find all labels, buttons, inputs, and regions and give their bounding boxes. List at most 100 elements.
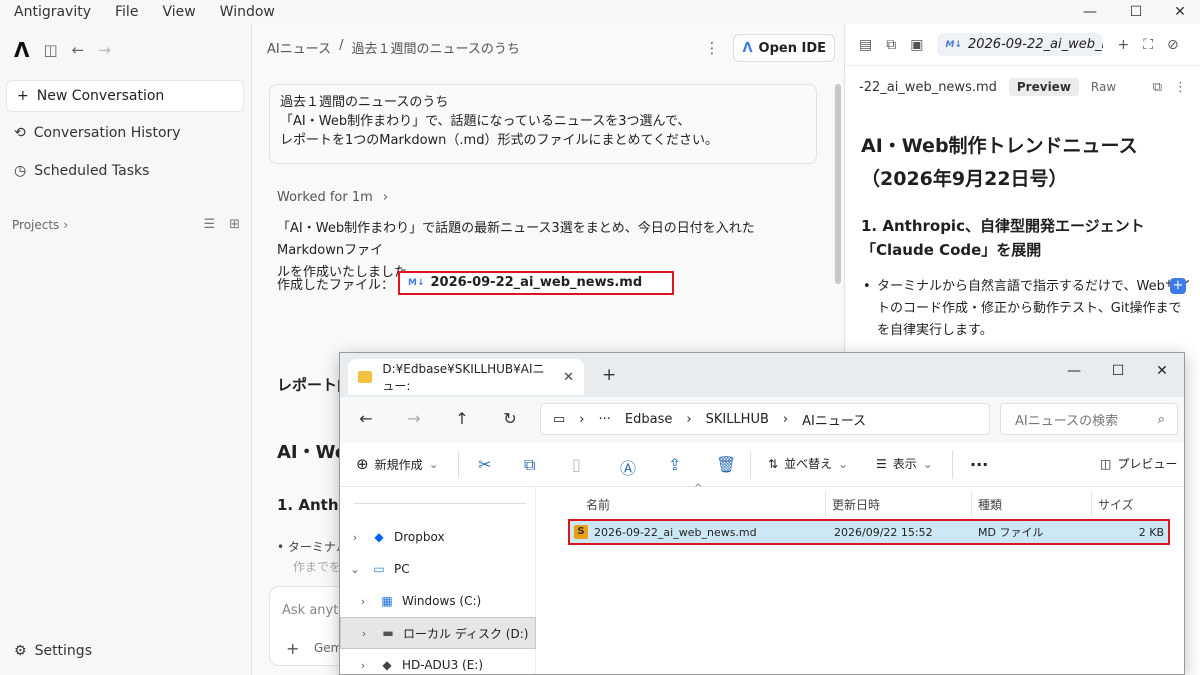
plus-circle-icon: ⊕ — [356, 455, 369, 473]
column-header-name[interactable]: 名前 — [580, 491, 826, 517]
chevron-right-icon[interactable]: › — [348, 659, 378, 672]
chevron-right-icon[interactable]: › — [349, 627, 379, 640]
address-bar[interactable]: ▭ › ··· Edbase › SKILLHUB › AIニュース — [540, 403, 990, 435]
paste-button[interactable]: ▯ — [572, 455, 581, 474]
created-file-row: 作成したファイル： M↓ 2026-09-22_ai_web_news.md — [277, 271, 675, 295]
path-segment[interactable]: AIニュース — [802, 410, 866, 429]
divider — [458, 451, 459, 479]
new-conversation-button[interactable]: + New Conversation — [6, 80, 244, 112]
preview-h1: AI・Web制作トレンドニュース（2026年9月22日号） — [861, 135, 1138, 190]
chevron-right-icon[interactable]: › — [348, 595, 378, 608]
explorer-tab[interactable]: D:¥Edbase¥SKILLHUB¥AIニュー: ✕ — [348, 359, 584, 395]
close-icon[interactable]: ✕ — [1140, 357, 1184, 385]
open-ide-button[interactable]: Λ Open IDE — [733, 34, 835, 62]
more-options-button[interactable]: ··· — [970, 455, 988, 474]
new-tab-icon[interactable]: + — [602, 365, 616, 385]
menu-view[interactable]: View — [162, 4, 195, 20]
sort-icon: ⇅ — [768, 456, 779, 471]
preview-mode-button[interactable]: Preview — [1008, 78, 1079, 96]
forward-arrow-icon[interactable]: → — [402, 409, 426, 428]
raw-mode-button[interactable]: Raw — [1083, 78, 1124, 96]
nav-item-label: Windows (C:) — [402, 594, 482, 608]
breadcrumb-project[interactable]: AIニュース — [267, 38, 331, 57]
clipboard-icon: ▯ — [572, 455, 581, 474]
search-input[interactable]: AIニュースの検索 ⌕ — [1000, 403, 1178, 435]
minimize-icon[interactable]: — — [1052, 357, 1096, 385]
chevron-right-icon[interactable]: › — [340, 531, 370, 544]
chevron-down-icon: ⌄ — [838, 456, 849, 471]
more-options-icon[interactable]: ⋮ — [704, 39, 719, 57]
column-header-type[interactable]: 種類 — [972, 491, 1092, 517]
file-size-cell: 2 KB — [1138, 525, 1164, 539]
preview-filename: -22_ai_web_news.md — [859, 79, 997, 95]
maximize-icon[interactable]: ☐ — [1114, 0, 1158, 24]
close-panel-icon[interactable]: ⊘ — [1167, 37, 1179, 53]
cut-button[interactable]: ✂ — [478, 455, 491, 474]
tab-markdown-file[interactable]: M↓ 2026-09-22_ai_web_n — [937, 33, 1104, 56]
sort-button[interactable]: ⇅ 並べ替え ⌄ — [768, 455, 848, 472]
sidebar: Λ ◫ ← → + New Conversation ⟲ Conversatio… — [0, 24, 252, 675]
menu-app[interactable]: Antigravity — [14, 4, 91, 20]
nav-item-pc[interactable]: ⌄ ▭ PC — [340, 553, 536, 585]
plus-icon[interactable]: + — [286, 639, 299, 658]
sidebar-item-scheduled-tasks[interactable]: ◷ Scheduled Tasks — [14, 163, 149, 179]
nav-item-local-disk-d[interactable]: › ▬ ローカル ディスク (D:) — [340, 617, 536, 649]
projects-label[interactable]: Projects — [12, 218, 59, 232]
worked-for-toggle[interactable]: Worked for 1m › — [277, 190, 388, 205]
new-item-label: 新規作成 — [374, 457, 423, 472]
menu-file[interactable]: File — [115, 4, 138, 20]
close-tab-icon[interactable]: ✕ — [563, 370, 574, 385]
folder-icon — [358, 371, 373, 383]
close-icon[interactable]: ✕ — [1158, 0, 1200, 24]
add-folder-icon[interactable]: ⊞ — [229, 217, 240, 232]
rename-button[interactable]: Ⓐ — [620, 455, 636, 479]
forward-arrow-icon[interactable]: → — [98, 41, 111, 59]
back-arrow-icon[interactable]: ← — [354, 409, 378, 428]
prompt-line: 「AI・Web制作まわり」で、話題になっているニュースを3つ選んで、 — [280, 114, 691, 129]
preview-pane-button[interactable]: ◫ プレビュー — [1100, 455, 1177, 472]
column-header-date[interactable]: 更新日時 — [826, 491, 972, 517]
minimize-icon[interactable]: — — [1068, 0, 1112, 24]
copy-icon[interactable]: ⧉ — [1153, 80, 1162, 95]
prompt-line: 過去１週間のニュースのうち — [280, 95, 449, 110]
maximize-icon[interactable]: ☐ — [1096, 357, 1140, 385]
chevron-down-icon[interactable]: ⌄ — [340, 563, 370, 576]
sidebar-item-conversation-history[interactable]: ⟲ Conversation History — [14, 125, 181, 141]
report-list-text-continued: 作までを — [293, 560, 342, 574]
path-segment[interactable]: SKILLHUB — [706, 412, 769, 427]
document-icon[interactable]: ▤ — [859, 37, 872, 53]
copy-icon[interactable]: ⧉ — [886, 37, 896, 53]
column-header-size[interactable]: サイズ — [1092, 491, 1172, 517]
up-arrow-icon[interactable]: ↑ — [450, 409, 474, 428]
nav-item-dropbox[interactable]: › ◆ Dropbox — [340, 521, 536, 553]
projects-header: Projects › ☰ ⊞ — [12, 217, 240, 232]
more-options-icon[interactable]: ⋮ — [1174, 80, 1187, 95]
share-button[interactable]: ⇪ — [668, 455, 681, 474]
new-item-button[interactable]: ⊕ 新規作成 ⌄ — [356, 455, 439, 473]
nav-item-hd-adu3-e[interactable]: › ◆ HD-ADU3 (E:) — [340, 649, 536, 674]
expand-icon[interactable]: ⛶ — [1143, 37, 1153, 53]
sidebar-toggle-icon[interactable]: ◫ — [43, 41, 57, 59]
more-options-icon: ··· — [970, 455, 989, 474]
nav-item-windows-c[interactable]: › ▦ Windows (C:) — [340, 585, 536, 617]
breadcrumb-separator: / — [339, 38, 344, 53]
refresh-icon[interactable]: ↻ — [498, 409, 522, 428]
settings-button[interactable]: ⚙ Settings — [14, 643, 92, 659]
chat-scrollbar[interactable] — [835, 84, 841, 284]
path-segment[interactable]: Edbase — [625, 412, 672, 427]
delete-button[interactable]: 🗑 — [716, 455, 736, 474]
view-button[interactable]: ☰ 表示 ⌄ — [876, 455, 933, 472]
back-arrow-icon[interactable]: ← — [72, 41, 85, 59]
copy-icon: ⧉ — [524, 455, 536, 474]
terminal-icon[interactable]: ▣ — [910, 37, 923, 53]
ellipsis-icon[interactable]: ··· — [599, 412, 611, 427]
table-row[interactable]: S 2026-09-22_ai_web_news.md 2026/09/22 1… — [568, 519, 1170, 545]
menu-window[interactable]: Window — [220, 4, 275, 20]
add-tab-icon[interactable]: + — [1117, 37, 1129, 53]
copy-button[interactable]: ⧉ — [524, 455, 535, 475]
chevron-right-icon: › — [63, 217, 69, 232]
search-placeholder: AIニュースの検索 — [1015, 413, 1119, 429]
add-comment-icon[interactable]: + — [1170, 278, 1186, 294]
filter-icon[interactable]: ☰ — [203, 217, 215, 232]
created-file-link[interactable]: M↓ 2026-09-22_ai_web_news.md — [398, 271, 675, 295]
